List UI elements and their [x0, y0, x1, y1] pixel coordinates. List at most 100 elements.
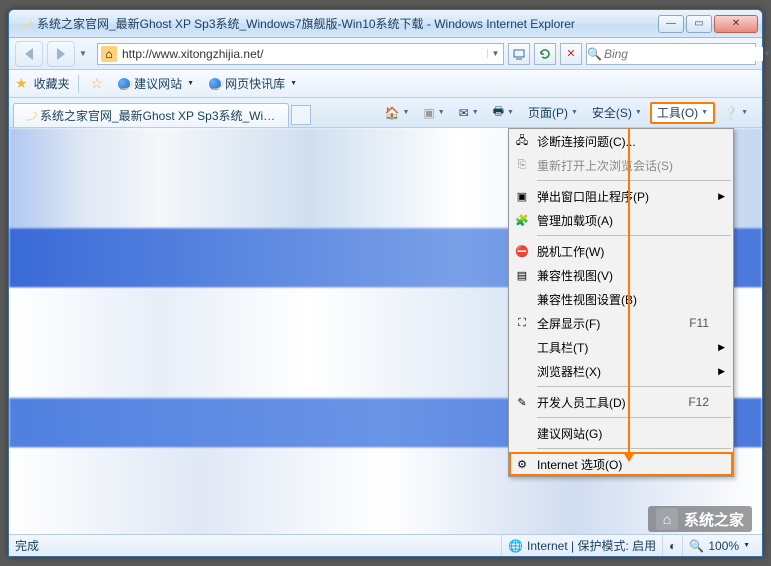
page-label: 页面(P) — [528, 104, 568, 121]
nav-history-dropdown[interactable]: ▼ — [79, 49, 93, 58]
webslice-icon — [208, 77, 222, 91]
separator — [78, 75, 79, 93]
ie-icon — [17, 16, 33, 32]
search-dropdown[interactable]: ▼ — [763, 49, 771, 58]
tools-label: 工具(O) — [657, 104, 698, 121]
options-icon: ⚙ — [514, 456, 530, 472]
menu-separator — [537, 386, 731, 387]
menu-suggested-sites[interactable]: 建议网站(G) — [509, 421, 733, 445]
feeds-button[interactable]: ▣▼ — [417, 102, 450, 124]
toggle-off-icon: ◐ — [669, 539, 676, 553]
address-input[interactable] — [120, 47, 487, 61]
status-bar: 完成 🌐 Internet | 保护模式: 启用 ◐ 🔍 100% ▼ — [9, 534, 762, 556]
fullscreen-icon: ⛶ — [514, 315, 530, 331]
tools-menu-button[interactable]: 工具(O)▼ — [650, 102, 715, 124]
favitem-label: 网页快讯库 — [225, 75, 285, 92]
zone-indicator[interactable]: 🌐 Internet | 保护模式: 启用 — [501, 535, 662, 556]
safety-menu-button[interactable]: 安全(S)▼ — [586, 102, 648, 124]
address-dropdown[interactable]: ▼ — [487, 49, 503, 58]
window-title: 系统之家官网_最新Ghost XP Sp3系统_Windows7旗舰版-Win1… — [37, 15, 658, 32]
diagnose-icon: 🖧 — [514, 133, 530, 149]
menu-dev-tools[interactable]: ✎开发人员工具(D)F12 — [509, 390, 733, 414]
new-tab-button[interactable] — [291, 105, 311, 125]
menu-popup-blocker[interactable]: ▣弹出窗口阻止程序(P)▶ — [509, 184, 733, 208]
mail-button[interactable]: ✉▼ — [453, 102, 485, 124]
menu-separator — [537, 448, 731, 449]
chevron-down-icon: ▼ — [402, 109, 409, 116]
tools-dropdown-menu: 🖧诊断连接问题(C)... ⎘重新打开上次浏览会话(S) ▣弹出窗口阻止程序(P… — [508, 128, 734, 477]
chevron-down-icon: ▼ — [571, 109, 578, 116]
chevron-down-icon: ▼ — [635, 109, 642, 116]
webslice-item[interactable]: 网页快讯库 ▼ — [204, 73, 301, 94]
watermark-logo-icon: ⌂ — [656, 508, 678, 530]
zone-label: Internet | 保护模式: 启用 — [527, 537, 656, 554]
print-button[interactable]: 🖶▼ — [487, 102, 520, 124]
page-menu-button[interactable]: 页面(P)▼ — [522, 102, 584, 124]
menu-compat-view[interactable]: ▤兼容性视图(V) — [509, 263, 733, 287]
back-button[interactable] — [15, 41, 43, 67]
compat-view-button[interactable] — [508, 43, 530, 65]
menu-reopen-session[interactable]: ⎘重新打开上次浏览会话(S) — [509, 153, 733, 177]
suggested-sites-item[interactable]: 建议网站 ▼ — [113, 73, 198, 94]
mail-icon: ✉ — [459, 106, 469, 120]
add-star-icon: ☆ — [91, 75, 104, 92]
menu-toolbars[interactable]: 工具栏(T)▶ — [509, 335, 733, 359]
reopen-icon: ⎘ — [514, 157, 530, 173]
home-icon: 🏠 — [385, 106, 400, 120]
menu-internet-options[interactable]: ⚙Internet 选项(O) — [509, 452, 733, 476]
tab-bar: 系统之家官网_最新Ghost XP Sp3系统_Window... 🏠▼ ▣▼ … — [9, 98, 762, 128]
menu-separator — [537, 180, 731, 181]
address-bar[interactable]: ⌂ ▼ — [97, 43, 504, 65]
favorites-label[interactable]: 收藏夹 — [34, 75, 70, 92]
maximize-button[interactable]: ▭ — [686, 15, 712, 33]
minimize-button[interactable]: — — [658, 15, 684, 33]
tab-favicon — [22, 109, 36, 123]
content-area: 🖧诊断连接问题(C)... ⎘重新打开上次浏览会话(S) ▣弹出窗口阻止程序(P… — [9, 128, 762, 534]
site-icon — [117, 77, 131, 91]
search-input[interactable] — [602, 47, 763, 61]
menu-explorer-bars[interactable]: 浏览器栏(X)▶ — [509, 359, 733, 383]
nav-toolbar: ▼ ⌂ ▼ ✕ 🔍 ▼ — [9, 38, 762, 70]
safety-label: 安全(S) — [592, 104, 632, 121]
internet-zone-icon: 🌐 — [508, 539, 523, 553]
help-button[interactable]: ❔▼ — [717, 102, 754, 124]
favitem-label: 建议网站 — [134, 75, 182, 92]
offline-icon: ⛔ — [514, 243, 530, 259]
home-button[interactable]: 🏠▼ — [379, 102, 416, 124]
stop-button[interactable]: ✕ — [560, 43, 582, 65]
menu-separator — [537, 417, 731, 418]
chevron-down-icon: ▼ — [743, 542, 750, 549]
chevron-down-icon: ▼ — [290, 80, 297, 87]
ie-window: 系统之家官网_最新Ghost XP Sp3系统_Windows7旗舰版-Win1… — [8, 9, 763, 557]
compat-icon: ▤ — [514, 267, 530, 283]
refresh-button[interactable] — [534, 43, 556, 65]
menu-manage-addons[interactable]: 🧩管理加载项(A) — [509, 208, 733, 232]
command-bar: 🏠▼ ▣▼ ✉▼ 🖶▼ 页面(P)▼ 安全(S)▼ 工具(O)▼ ❔▼ — [379, 102, 758, 124]
close-button[interactable]: ✕ — [714, 15, 758, 33]
submenu-arrow-icon: ▶ — [718, 191, 725, 202]
zoom-control[interactable]: 🔍 100% ▼ — [682, 535, 756, 556]
shortcut-label: F12 — [688, 395, 709, 409]
titlebar: 系统之家官网_最新Ghost XP Sp3系统_Windows7旗舰版-Win1… — [9, 10, 762, 38]
favorites-bar: ★ 收藏夹 ☆ 建议网站 ▼ 网页快讯库 ▼ — [9, 70, 762, 98]
menu-work-offline[interactable]: ⛔脱机工作(W) — [509, 239, 733, 263]
favorites-star-icon[interactable]: ★ — [15, 75, 28, 92]
popup-icon: ▣ — [514, 188, 530, 204]
menu-fullscreen[interactable]: ⛶全屏显示(F)F11 — [509, 311, 733, 335]
window-controls: — ▭ ✕ — [658, 15, 758, 33]
watermark-text: 系统之家 — [684, 509, 744, 530]
zoom-icon: 🔍 — [689, 539, 704, 553]
menu-diagnose[interactable]: 🖧诊断连接问题(C)... — [509, 129, 733, 153]
forward-button[interactable] — [47, 41, 75, 67]
search-box[interactable]: 🔍 ▼ — [586, 43, 756, 65]
chevron-down-icon: ▼ — [701, 109, 708, 116]
watermark: ⌂ 系统之家 — [648, 506, 752, 532]
site-favicon: ⌂ — [101, 46, 117, 62]
menu-separator — [537, 235, 731, 236]
chevron-down-icon: ▼ — [507, 109, 514, 116]
menu-compat-settings[interactable]: 兼容性视图设置(B) — [509, 287, 733, 311]
active-tab[interactable]: 系统之家官网_最新Ghost XP Sp3系统_Window... — [13, 103, 289, 127]
add-favorite-button[interactable]: ☆ — [87, 73, 108, 94]
protected-mode-toggle[interactable]: ◐ — [662, 535, 682, 556]
help-icon: ❔ — [723, 106, 738, 120]
